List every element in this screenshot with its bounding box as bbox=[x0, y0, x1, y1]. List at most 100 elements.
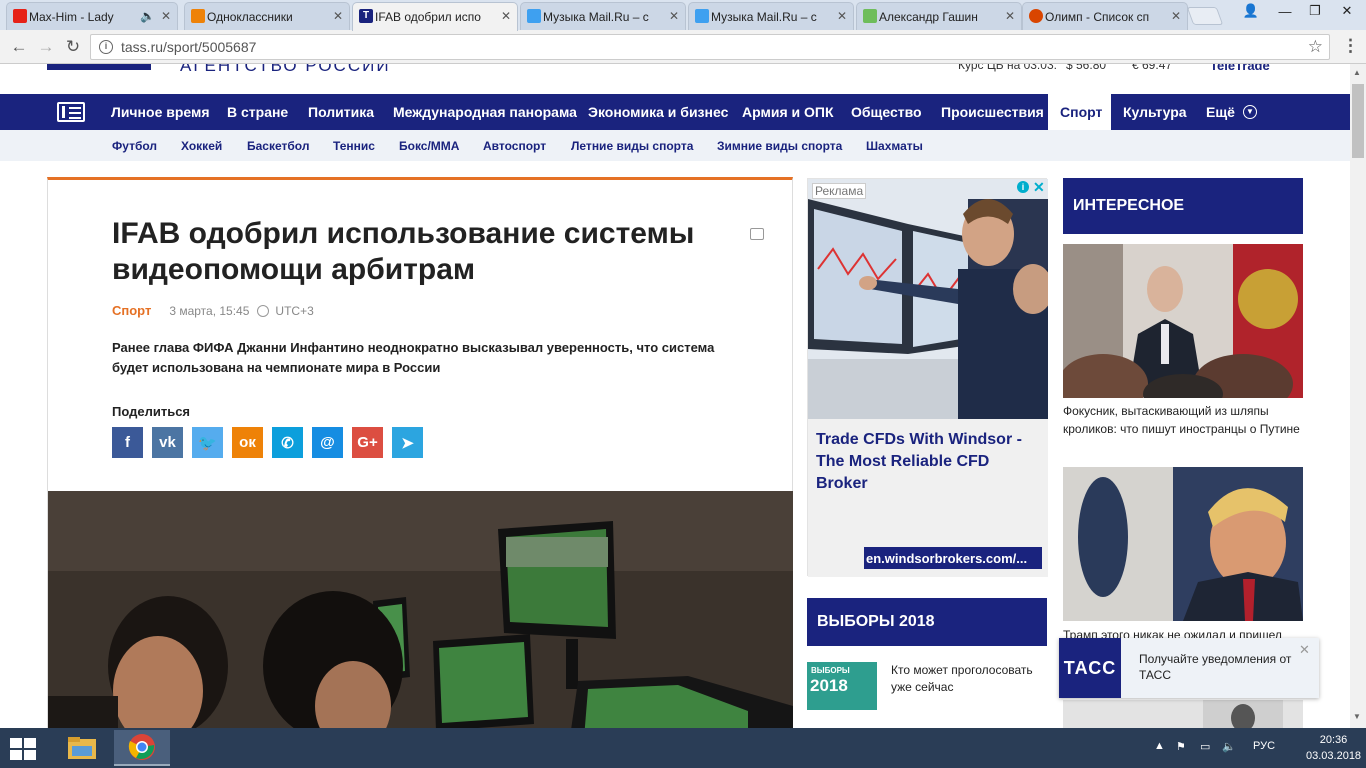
notification-text[interactable]: Получайте уведомления от ТАСС bbox=[1139, 651, 1299, 683]
sidebar-photo-putin[interactable] bbox=[1063, 244, 1303, 398]
twitter-icon[interactable]: 🐦 bbox=[192, 427, 223, 458]
nav-ekonomika[interactable]: Экономика и бизнес bbox=[576, 94, 740, 130]
url-input[interactable]: i tass.ru/sport/5005687 ☆ bbox=[90, 34, 1330, 60]
elections-badge-small: ВЫБОРЫ bbox=[811, 666, 850, 675]
close-icon[interactable]: ✕ bbox=[161, 9, 171, 23]
odnoklassniki-icon[interactable]: ок bbox=[232, 427, 263, 458]
subnav-basketball[interactable]: Баскетбол bbox=[247, 130, 309, 161]
new-tab-button[interactable] bbox=[1186, 7, 1224, 25]
subnav-summer[interactable]: Летние виды спорта bbox=[571, 130, 693, 161]
close-icon[interactable]: ✕ bbox=[501, 9, 511, 23]
article-category[interactable]: Спорт bbox=[112, 303, 151, 318]
vk-icon[interactable]: vk bbox=[152, 427, 183, 458]
close-icon[interactable]: ✕ bbox=[1005, 9, 1015, 23]
nav-v-strane[interactable]: В стране bbox=[215, 94, 300, 130]
telegram-icon[interactable]: ➤ bbox=[392, 427, 423, 458]
close-icon[interactable]: ✕ bbox=[837, 9, 847, 23]
minimize-icon[interactable]: — bbox=[1270, 0, 1300, 22]
menu-icon[interactable]: ⋮ bbox=[1342, 36, 1359, 56]
ad-headline[interactable]: Trade CFDs With Windsor - The Most Relia… bbox=[816, 429, 1040, 495]
subnav-football[interactable]: Футбол bbox=[112, 130, 157, 161]
chrome-icon[interactable] bbox=[114, 730, 170, 766]
nav-armiya[interactable]: Армия и ОПК bbox=[730, 94, 846, 130]
sidebar-photo-3[interactable] bbox=[1063, 700, 1303, 728]
ad-block[interactable]: Реклама i ✕ Trade CFDs With Windsor - Th… bbox=[807, 178, 1048, 577]
bookmark-star-icon[interactable]: ☆ bbox=[1308, 37, 1323, 57]
scroll-up-icon[interactable]: ▲ bbox=[1353, 68, 1361, 77]
page-scrollbar[interactable]: ▲ ▼ bbox=[1350, 64, 1366, 728]
info-icon[interactable]: i bbox=[99, 40, 113, 54]
tab-tass[interactable]: T IFAB одобрил испо ✕ bbox=[352, 2, 518, 31]
sidebar-photo-trump[interactable] bbox=[1063, 467, 1303, 621]
livejournal-icon[interactable]: ✆ bbox=[272, 427, 303, 458]
nav-proisshestviya[interactable]: Происшествия bbox=[929, 94, 1056, 130]
windows-start-icon[interactable] bbox=[10, 738, 38, 760]
tray-expand-icon[interactable]: ▲ bbox=[1154, 740, 1165, 752]
clock-time: 20:36 bbox=[1319, 734, 1348, 746]
tab-odnoklassniki[interactable]: Одноклассники ✕ bbox=[184, 2, 350, 30]
nav-more[interactable]: Ещё ▼ bbox=[1194, 94, 1269, 130]
flag-icon[interactable]: ⚑ bbox=[1176, 740, 1186, 753]
subnav-hockey[interactable]: Хоккей bbox=[181, 130, 222, 161]
sidebar-caption-1[interactable]: Фокусник, вытаскивающий из шляпы кролико… bbox=[1063, 402, 1303, 438]
nav-sport[interactable]: Спорт bbox=[1048, 94, 1111, 130]
url-text: tass.ru/sport/5005687 bbox=[121, 39, 257, 55]
nav-politika[interactable]: Политика bbox=[296, 94, 386, 130]
back-icon[interactable]: ← bbox=[8, 36, 30, 58]
scroll-thumb[interactable] bbox=[1352, 84, 1364, 158]
language-indicator[interactable]: РУС bbox=[1253, 740, 1275, 752]
googleplus-icon[interactable]: G+ bbox=[352, 427, 383, 458]
sections-menu-icon[interactable] bbox=[57, 102, 85, 122]
tab-max-him[interactable]: Max-Him - Lady 🔈 ✕ bbox=[6, 2, 178, 30]
nav-obshchestvo[interactable]: Общество bbox=[839, 94, 934, 130]
ad-info-icon[interactable]: i bbox=[1017, 181, 1029, 193]
tab-gashin[interactable]: Александр Гашин ✕ bbox=[856, 2, 1022, 30]
nav-kultura[interactable]: Культура bbox=[1111, 94, 1199, 130]
network-icon[interactable]: ▭ bbox=[1200, 740, 1210, 753]
ad-url[interactable]: en.windsorbrokers.com/... bbox=[864, 547, 1042, 569]
system-clock[interactable]: 20:36 03.03.2018 bbox=[1306, 732, 1361, 764]
tass-logo[interactable] bbox=[47, 64, 151, 70]
page-icon bbox=[863, 9, 877, 23]
subnav-chess[interactable]: Шахматы bbox=[866, 130, 923, 161]
close-icon[interactable]: ✕ bbox=[669, 9, 679, 23]
maximize-icon[interactable]: ❐ bbox=[1300, 0, 1330, 22]
tab-music-1[interactable]: Музыка Mail.Ru – с ✕ bbox=[520, 2, 686, 30]
web-page: АГЕНТСТВО РОССИИ Курс ЦБ на 03.03: $ 56.… bbox=[0, 64, 1350, 728]
olimp-icon bbox=[1029, 9, 1043, 23]
print-icon[interactable] bbox=[750, 228, 764, 240]
close-icon[interactable]: ✕ bbox=[1171, 9, 1181, 23]
mailru-icon[interactable]: @ bbox=[312, 427, 343, 458]
speaker-icon[interactable]: 🔈 bbox=[140, 9, 155, 23]
push-notification[interactable]: ТАСС Получайте уведомления от ТАСС ✕ bbox=[1059, 638, 1319, 698]
user-icon[interactable]: 👤 bbox=[1236, 0, 1266, 22]
close-icon[interactable]: ✕ bbox=[333, 9, 343, 23]
subnav-boxing[interactable]: Бокс/MMA bbox=[399, 130, 459, 161]
article-title: IFAB одобрил использование системы видео… bbox=[112, 217, 695, 286]
article-photo bbox=[48, 491, 793, 728]
elections-badge[interactable]: ВЫБОРЫ 2018 bbox=[807, 662, 877, 710]
teletrade-logo[interactable]: TeleTrade bbox=[1210, 64, 1270, 73]
tass-icon: T bbox=[359, 9, 373, 23]
volume-icon[interactable]: 🔈 bbox=[1222, 740, 1236, 753]
elections-link[interactable]: Кто может проголосовать уже сейчас bbox=[891, 662, 1041, 696]
tab-olimp[interactable]: Олимп - Список сп ✕ bbox=[1022, 2, 1188, 30]
article-timezone: UTC+3 bbox=[275, 303, 314, 318]
ad-close-icon[interactable]: ✕ bbox=[1033, 179, 1045, 196]
elections-header[interactable]: ВЫБОРЫ 2018 bbox=[807, 598, 1047, 646]
subnav-tennis[interactable]: Теннис bbox=[333, 130, 375, 161]
reload-icon[interactable]: ↻ bbox=[62, 36, 84, 58]
ad-image[interactable]: Реклама i ✕ bbox=[808, 179, 1048, 419]
close-window-icon[interactable]: ✕ bbox=[1332, 0, 1362, 22]
rates-label: Курс ЦБ на 03.03: bbox=[958, 64, 1057, 72]
file-explorer-icon[interactable] bbox=[54, 730, 110, 766]
close-icon[interactable]: ✕ bbox=[1299, 642, 1310, 658]
tab-music-2[interactable]: Музыка Mail.Ru – с ✕ bbox=[688, 2, 854, 30]
scroll-down-icon[interactable]: ▼ bbox=[1353, 712, 1361, 721]
nav-mezhdunarodnaya[interactable]: Международная панорама bbox=[381, 94, 589, 130]
facebook-icon[interactable]: f bbox=[112, 427, 143, 458]
subnav-autosport[interactable]: Автоспорт bbox=[483, 130, 546, 161]
subnav-winter[interactable]: Зимние виды спорта bbox=[717, 130, 842, 161]
nav-lichnoe-vremya[interactable]: Личное время bbox=[99, 94, 222, 130]
forward-icon[interactable]: → bbox=[35, 36, 57, 58]
